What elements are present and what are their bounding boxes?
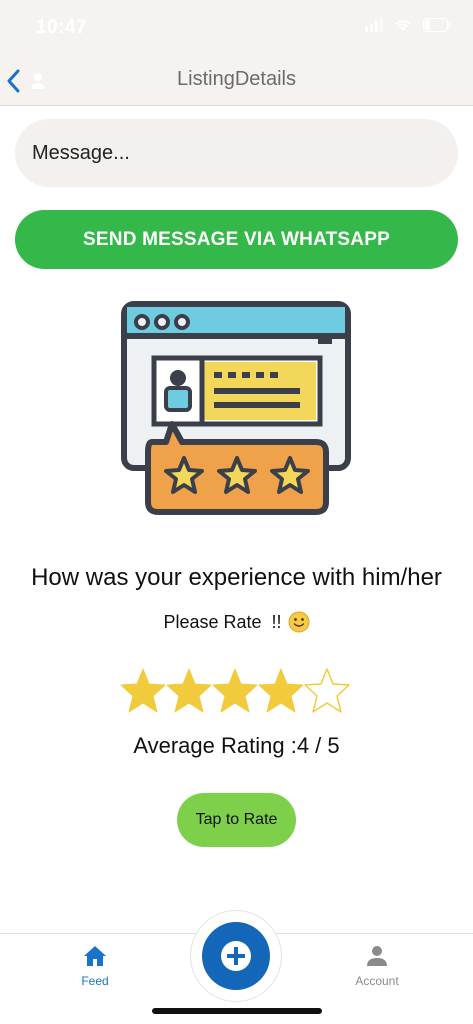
- plus-circle-icon: [221, 941, 251, 971]
- status-bar: 10:47: [0, 0, 473, 56]
- message-input[interactable]: [15, 119, 458, 187]
- smiley-icon: [288, 611, 310, 633]
- rate-prompt: Please Rate !!: [0, 611, 473, 633]
- star-filled-icon[interactable]: [212, 667, 258, 715]
- star-filled-icon[interactable]: [120, 667, 166, 715]
- person-icon: [367, 946, 387, 966]
- tab-account-label: Account: [355, 974, 399, 988]
- experience-question: How was your experience with him/her: [31, 564, 442, 591]
- rate-prompt-text: Please Rate !!: [163, 611, 282, 632]
- tab-feed-label: Feed: [81, 974, 109, 988]
- star-empty-icon[interactable]: [304, 667, 350, 715]
- star-rating[interactable]: [120, 667, 354, 717]
- signal-icon: [365, 18, 383, 32]
- home-icon: [84, 946, 106, 966]
- tab-account[interactable]: Account: [332, 944, 422, 988]
- battery-icon: [423, 18, 451, 32]
- tap-to-rate-button[interactable]: Tap to Rate: [177, 793, 296, 847]
- status-time: 10:47: [36, 17, 88, 38]
- navigation-bar: ListingDetails: [0, 56, 473, 106]
- add-button[interactable]: [202, 922, 270, 990]
- average-rating: Average Rating :4 / 5: [133, 733, 340, 758]
- wifi-icon: [395, 20, 411, 31]
- star-filled-icon[interactable]: [258, 667, 304, 715]
- review-illustration: [121, 301, 351, 515]
- tab-feed[interactable]: Feed: [50, 944, 140, 988]
- star-filled-icon[interactable]: [166, 667, 212, 715]
- page-title: ListingDetails: [177, 68, 296, 90]
- home-indicator: [152, 1008, 322, 1014]
- send-whatsapp-button[interactable]: SEND MESSAGE VIA WHATSAPP: [15, 210, 458, 269]
- status-icons: [365, 18, 451, 32]
